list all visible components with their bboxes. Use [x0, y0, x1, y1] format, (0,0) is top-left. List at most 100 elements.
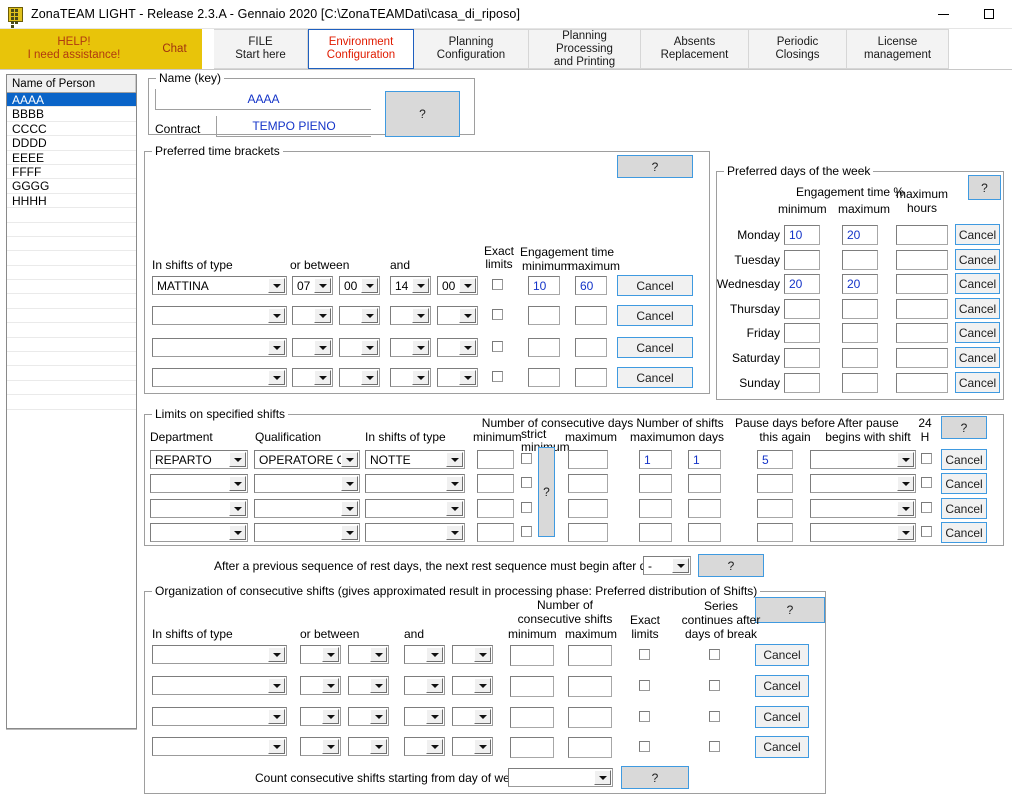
los-ns-max-2[interactable] — [639, 499, 672, 518]
list-item-empty[interactable] — [7, 395, 136, 410]
maximize-button[interactable] — [966, 0, 1012, 28]
los-pause-2[interactable] — [757, 499, 793, 518]
pd-max-3[interactable] — [842, 299, 878, 319]
los-cd-max-0[interactable] — [568, 450, 608, 469]
cs-shift-type-2[interactable] — [152, 707, 287, 726]
ptb-shift-type-2[interactable] — [152, 338, 287, 357]
los-ns-days-1[interactable] — [688, 474, 721, 493]
los-department-2[interactable] — [150, 499, 248, 518]
list-item-empty[interactable] — [7, 309, 136, 324]
tab-license-management[interactable]: License management — [847, 29, 949, 69]
los-cancel-button-2[interactable]: Cancel — [941, 498, 987, 519]
pd-min-4[interactable] — [784, 323, 820, 343]
los-qualification-1[interactable] — [254, 474, 360, 493]
list-item[interactable]: BBBB — [7, 107, 136, 122]
ptb-max-0[interactable]: 60 — [575, 276, 607, 295]
cs-exact-limits-checkbox-2[interactable] — [639, 711, 650, 722]
rest-sequence-dropdown[interactable]: - — [643, 556, 691, 575]
pd-min-2[interactable]: 20 — [784, 274, 820, 294]
cs-to-hour-3[interactable] — [404, 737, 445, 756]
los-24h-checkbox-1[interactable] — [921, 477, 932, 488]
cs-max-3[interactable] — [568, 737, 612, 758]
ptb-min-0[interactable]: 10 — [528, 276, 560, 295]
cs-cancel-button-1[interactable]: Cancel — [755, 675, 809, 697]
cs-to-min-2[interactable] — [452, 707, 493, 726]
los-pause-0[interactable]: 5 — [757, 450, 793, 469]
ptb-exact-limits-checkbox-2[interactable] — [492, 341, 503, 352]
ptb-from-min-3[interactable] — [339, 368, 380, 387]
los-cd-min-0[interactable] — [477, 450, 514, 469]
list-item-empty[interactable] — [7, 208, 136, 223]
los-after-pause-2[interactable] — [810, 499, 916, 518]
cs-max-0[interactable] — [568, 645, 612, 666]
cs-from-min-1[interactable] — [348, 676, 389, 695]
los-cd-min-1[interactable] — [477, 474, 514, 493]
los-24h-checkbox-3[interactable] — [921, 526, 932, 537]
ptb-from-min-1[interactable] — [339, 306, 380, 325]
tab-periodic-closings[interactable]: Periodic Closings — [749, 29, 847, 69]
cs-min-3[interactable] — [510, 737, 554, 758]
cs-to-min-3[interactable] — [452, 737, 493, 756]
cs-series-continues-checkbox-0[interactable] — [709, 649, 720, 660]
cs-footer-help-button[interactable]: ? — [621, 766, 689, 789]
cs-to-hour-0[interactable] — [404, 645, 445, 664]
cs-to-hour-1[interactable] — [404, 676, 445, 695]
person-list[interactable]: Name of Person AAAA BBBB CCCC DDDD EEEE FFFF G… — [6, 74, 137, 729]
ptb-to-hour-0[interactable]: 14 — [390, 276, 431, 295]
los-department-3[interactable] — [150, 523, 248, 542]
cs-from-hour-0[interactable] — [300, 645, 341, 664]
pd-max-2[interactable]: 20 — [842, 274, 878, 294]
list-item[interactable]: FFFF — [7, 165, 136, 180]
los-qualification-3[interactable] — [254, 523, 360, 542]
cs-day-of-week-dropdown[interactable] — [508, 768, 613, 787]
name-key-value[interactable]: AAAA — [155, 89, 371, 110]
list-item[interactable]: GGGG — [7, 179, 136, 194]
cs-cancel-button-0[interactable]: Cancel — [755, 644, 809, 666]
ptb-cancel-button-1[interactable]: Cancel — [617, 305, 693, 326]
ptb-shift-type-0[interactable]: MATTINA — [152, 276, 287, 295]
ptb-from-min-2[interactable] — [339, 338, 380, 357]
name-key-help-button[interactable]: ? — [385, 91, 460, 137]
los-cd-max-3[interactable] — [568, 523, 608, 542]
tab-file-start-here[interactable]: FILE Start here — [214, 29, 308, 69]
cs-from-min-3[interactable] — [348, 737, 389, 756]
pd-min-6[interactable] — [784, 373, 820, 393]
ptb-to-hour-1[interactable] — [390, 306, 431, 325]
minimize-button[interactable] — [920, 0, 966, 28]
pd-max-6[interactable] — [842, 373, 878, 393]
pd-cancel-button-1[interactable]: Cancel — [955, 249, 1000, 270]
los-department-1[interactable] — [150, 474, 248, 493]
cs-shift-type-3[interactable] — [152, 737, 287, 756]
ptb-shift-type-3[interactable] — [152, 368, 287, 387]
los-ns-max-3[interactable] — [639, 523, 672, 542]
los-cd-max-2[interactable] — [568, 499, 608, 518]
ptb-from-hour-0[interactable]: 07 — [292, 276, 333, 295]
los-cd-min-2[interactable] — [477, 499, 514, 518]
los-24h-checkbox-2[interactable] — [921, 502, 932, 513]
los-ns-max-0[interactable]: 1 — [639, 450, 672, 469]
cs-min-0[interactable] — [510, 645, 554, 666]
cs-shift-type-0[interactable] — [152, 645, 287, 664]
cs-shift-type-1[interactable] — [152, 676, 287, 695]
ptb-max-3[interactable] — [575, 368, 607, 387]
los-cancel-button-1[interactable]: Cancel — [941, 473, 987, 494]
list-item-empty[interactable] — [7, 251, 136, 266]
los-cd-max-1[interactable] — [568, 474, 608, 493]
ptb-help-button[interactable]: ? — [617, 155, 693, 178]
list-item-empty[interactable] — [7, 294, 136, 309]
list-item[interactable]: AAAA — [7, 93, 136, 108]
los-shift-type-3[interactable] — [365, 523, 465, 542]
los-strict-minimum-checkbox-3[interactable] — [521, 526, 532, 537]
pd-max-4[interactable] — [842, 323, 878, 343]
ptb-exact-limits-checkbox-3[interactable] — [492, 371, 503, 382]
list-item-empty[interactable] — [7, 338, 136, 353]
los-24h-checkbox-0[interactable] — [921, 453, 932, 464]
ptb-min-2[interactable] — [528, 338, 560, 357]
ptb-cancel-button-3[interactable]: Cancel — [617, 367, 693, 388]
los-cancel-button-0[interactable]: Cancel — [941, 449, 987, 470]
pd-hours-2[interactable] — [896, 274, 948, 294]
los-after-pause-1[interactable] — [810, 474, 916, 493]
tab-help-i-need-assistance[interactable]: HELP! I need assistance! — [0, 29, 148, 69]
los-ns-days-0[interactable]: 1 — [688, 450, 721, 469]
pd-min-0[interactable]: 10 — [784, 225, 820, 245]
